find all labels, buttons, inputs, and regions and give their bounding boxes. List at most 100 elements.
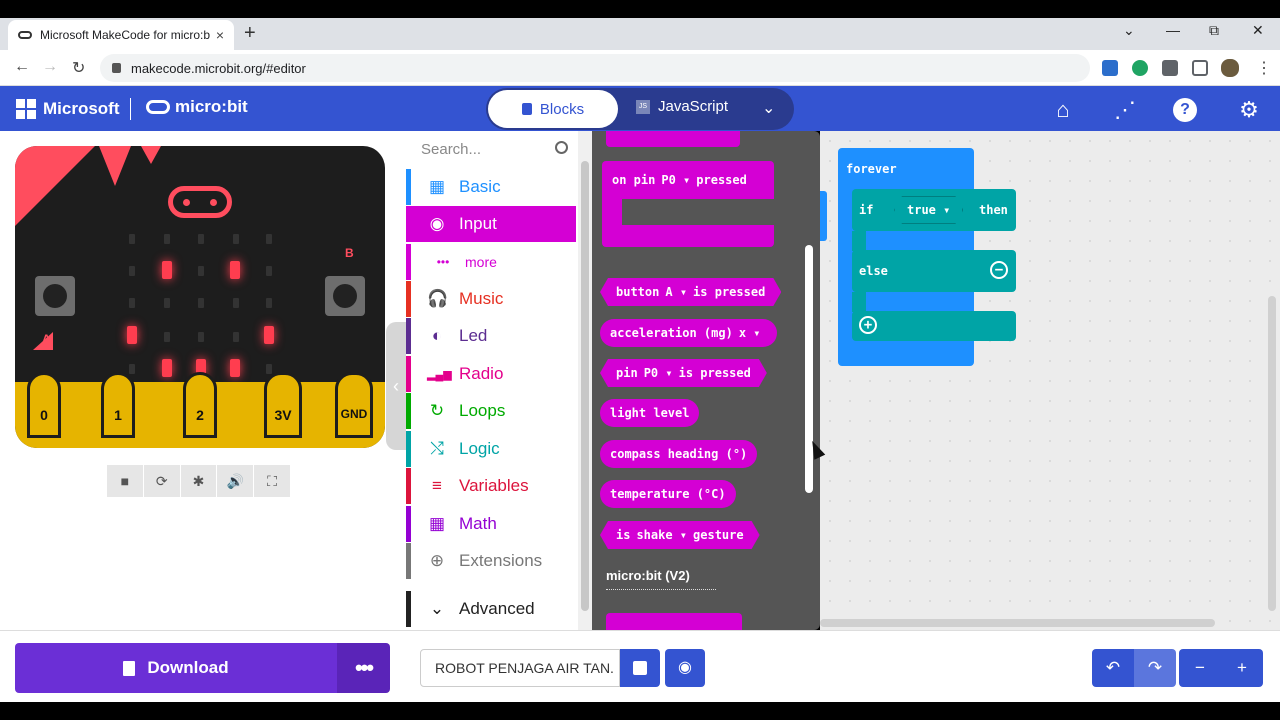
led-lit <box>230 359 240 377</box>
category-label: Led <box>459 326 488 345</box>
project-name-input[interactable]: ROBOT PENJAGA AIR TAN. <box>420 649 620 687</box>
category-math[interactable]: ▦ Math <box>406 506 576 542</box>
acceleration-block[interactable]: acceleration (mg) x ▾ <box>600 319 777 347</box>
back-icon[interactable]: ← <box>14 58 30 76</box>
category-radio[interactable]: ▂▄▆ Radio <box>406 356 576 392</box>
puzzle-extension-icon[interactable] <box>1162 60 1178 76</box>
pin-gnd[interactable]: GND <box>335 372 373 438</box>
microsoft-logo[interactable]: Microsoft <box>16 99 120 119</box>
light-level-block[interactable]: light level <box>600 399 700 427</box>
language-dropdown-icon[interactable]: ⌄ <box>762 98 775 118</box>
if-then-else-block[interactable]: if true ▾ then <box>852 189 1016 231</box>
stop-icon[interactable]: ■ <box>107 465 143 497</box>
block-partial[interactable] <box>606 131 740 147</box>
window-close-button[interactable]: ✕ <box>1252 22 1264 39</box>
browser-menu-icon[interactable]: ⋮ <box>1256 58 1272 78</box>
reload-icon[interactable]: ↻ <box>72 58 85 78</box>
help-icon[interactable]: ? <box>1173 98 1197 122</box>
else-row[interactable]: else − <box>852 250 1016 292</box>
scrollbar-thumb[interactable] <box>581 161 589 611</box>
remove-else-icon[interactable]: − <box>990 261 1008 279</box>
undo-button[interactable]: ↶ <box>1092 649 1134 687</box>
download-more-button[interactable]: ••• <box>337 643 390 693</box>
pin-is-pressed-block[interactable]: pin P0 ▾ is pressed <box>600 359 767 387</box>
pin-1[interactable]: 1 <box>101 372 135 438</box>
debug-icon[interactable]: ✱ <box>180 465 217 497</box>
share-icon[interactable]: ⋰ <box>1111 96 1139 124</box>
github-button[interactable]: ◉ <box>665 649 705 687</box>
hidden-block-edge[interactable] <box>820 191 827 241</box>
zoom-in-button[interactable]: + <box>1221 649 1263 687</box>
workspace-horizontal-scrollbar[interactable] <box>820 619 1215 627</box>
category-music[interactable]: 🎧 Music <box>406 281 576 317</box>
button-is-pressed-block[interactable]: button A ▾ is pressed <box>600 278 781 306</box>
restore-button[interactable]: ⧉ <box>1209 22 1219 39</box>
tab-search-icon[interactable]: ⌄ <box>1123 22 1135 39</box>
touch-logo-icon[interactable] <box>168 186 232 218</box>
toolbox-search-input[interactable]: Search... <box>406 131 578 167</box>
url-text: makecode.microbit.org/#editor <box>131 60 306 76</box>
compass-heading-block[interactable]: compass heading (°) <box>600 440 758 468</box>
category-led[interactable]: ◐ Led <box>406 318 576 354</box>
category-logic[interactable]: ⤭ Logic <box>406 431 576 467</box>
download-button[interactable]: Download <box>15 643 337 693</box>
category-variables[interactable]: ≡ Variables <box>406 468 576 504</box>
redo-button[interactable]: ↷ <box>1134 649 1176 687</box>
tab-close-icon[interactable]: × <box>216 27 224 43</box>
blocks-tab[interactable]: Blocks <box>488 90 618 128</box>
plus-circle-icon: ⊕ <box>429 551 445 570</box>
mute-icon[interactable]: 🔊 <box>217 465 254 497</box>
if-block-bottom[interactable]: + <box>852 311 1016 341</box>
is-gesture-block[interactable]: is shake ▾ gesture <box>600 521 760 549</box>
category-loops[interactable]: ↻ Loops <box>406 393 576 429</box>
zoom-out-button[interactable]: − <box>1179 649 1221 687</box>
url-field[interactable]: makecode.microbit.org/#editor <box>100 54 1090 82</box>
category-advanced[interactable]: ⌄ Advanced <box>406 591 576 627</box>
profile-avatar[interactable] <box>1221 59 1239 77</box>
block-c-bottom <box>602 225 774 247</box>
toolbox-scrollbar[interactable] <box>578 131 592 630</box>
pin-0[interactable]: 0 <box>27 372 61 438</box>
category-basic[interactable]: ▦ Basic <box>406 169 576 205</box>
category-extensions[interactable]: ⊕ Extensions <box>406 543 576 579</box>
workspace-vertical-scrollbar[interactable] <box>1268 296 1276 611</box>
minimize-button[interactable]: — <box>1166 22 1180 38</box>
category-input-more[interactable]: ••• more <box>406 244 576 280</box>
browser-tab[interactable]: Microsoft MakeCode for micro:bit × <box>8 20 234 50</box>
on-pin-pressed-block[interactable]: on pin P0 ▾ pressed <box>602 161 774 199</box>
settings-icon[interactable]: ⚙ <box>1235 96 1263 124</box>
clapper-extension-icon[interactable] <box>1102 60 1118 76</box>
pin-3v[interactable]: 3V <box>264 372 302 438</box>
category-label: Radio <box>459 364 504 383</box>
true-dropdown[interactable]: true ▾ <box>894 196 963 224</box>
block-partial[interactable] <box>606 613 742 630</box>
download-label: Download <box>147 658 229 677</box>
microbit-logo[interactable]: micro:bit <box>146 97 248 117</box>
forward-icon[interactable]: → <box>42 58 58 76</box>
category-input[interactable]: ◉ Input <box>406 206 576 242</box>
button-b[interactable] <box>325 276 365 316</box>
pin-dropdown[interactable]: P0 ▾ <box>661 173 690 187</box>
restart-icon[interactable]: ⟳ <box>143 465 180 497</box>
list-icon: ≡ <box>432 476 442 495</box>
pin-dropdown[interactable]: P0 ▾ <box>644 366 673 380</box>
button-a[interactable] <box>35 276 75 316</box>
add-else-if-icon[interactable]: + <box>859 316 877 334</box>
gesture-dropdown[interactable]: shake ▾ <box>636 528 687 542</box>
fullscreen-icon[interactable]: ⛶ <box>254 465 290 497</box>
home-icon[interactable]: ⌂ <box>1049 96 1077 124</box>
temperature-block[interactable]: temperature (°C) <box>600 480 736 508</box>
search-icon[interactable] <box>555 141 568 154</box>
led-lit <box>127 326 137 344</box>
collapse-simulator-button[interactable]: ‹ <box>386 322 406 450</box>
save-button[interactable] <box>620 649 660 687</box>
video-letterbox <box>0 702 1280 720</box>
pin-2[interactable]: 2 <box>183 372 217 438</box>
button-dropdown[interactable]: A ▾ <box>665 285 687 299</box>
axis-dropdown[interactable]: x ▾ <box>739 326 761 340</box>
then-label: then <box>979 203 1008 217</box>
new-tab-button[interactable]: + <box>244 22 256 45</box>
side-panel-icon[interactable] <box>1192 60 1208 76</box>
javascript-tab[interactable]: JS JavaScript <box>636 98 728 115</box>
grammarly-extension-icon[interactable] <box>1132 60 1148 76</box>
